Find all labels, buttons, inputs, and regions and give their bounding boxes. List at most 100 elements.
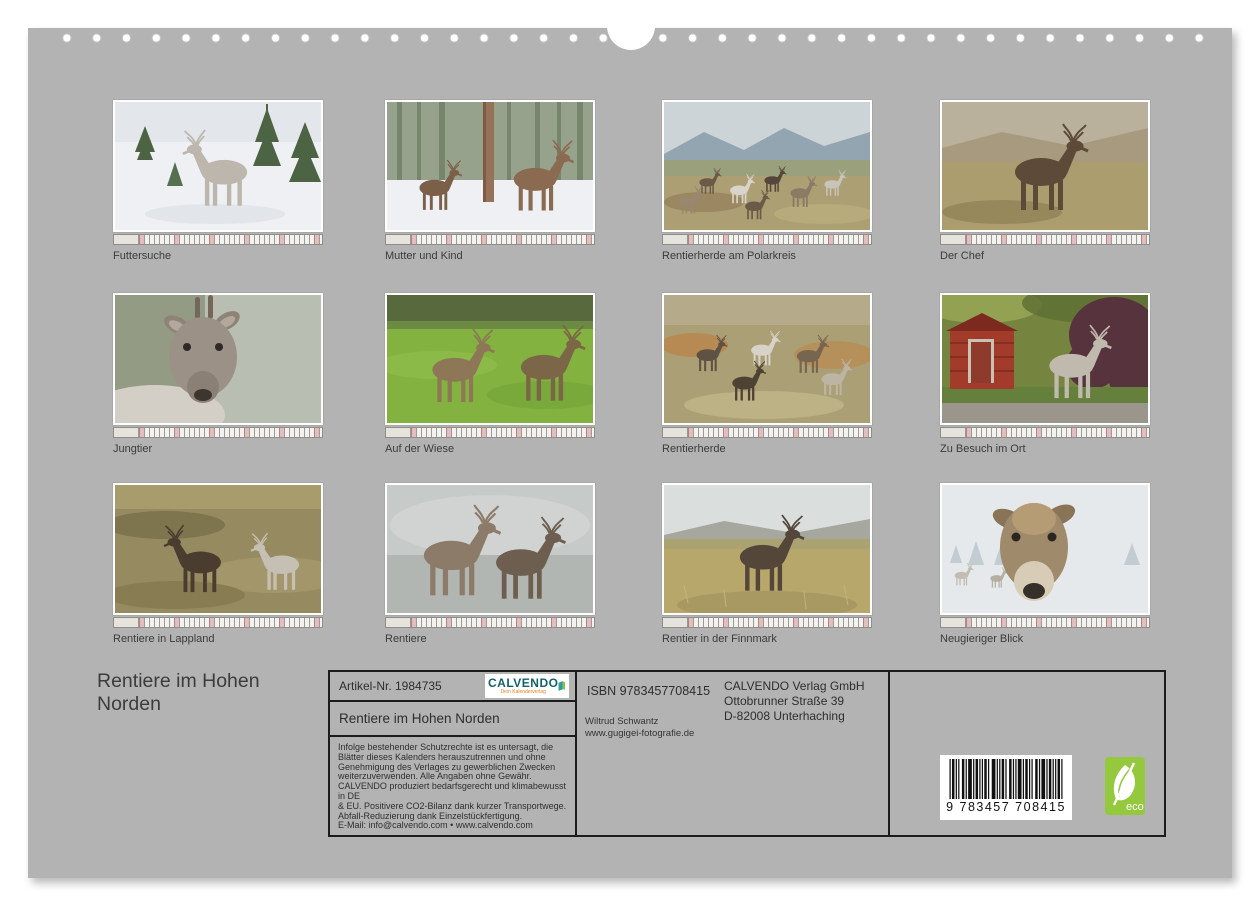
mini-calendar-strip — [385, 234, 595, 245]
photo-caption: Futtersuche — [113, 250, 323, 262]
photo-caption: Der Chef — [940, 250, 1150, 262]
thumbnail-auf-der-wiese: Auf der Wiese — [385, 293, 595, 455]
photo-caption: Rentiere — [385, 633, 595, 645]
hanger-hole — [607, 2, 655, 50]
thumbnail-rentiere: Rentiere — [385, 483, 595, 645]
mini-calendar-strip — [385, 427, 595, 438]
calvendo-brand: CALVENDO — [488, 677, 558, 689]
mini-calendar-month-label — [663, 618, 688, 627]
photo-frame — [940, 293, 1150, 425]
photo-frame — [113, 293, 323, 425]
photo-frame — [662, 100, 872, 232]
mini-calendar-month-label — [386, 428, 411, 437]
photo-caption: Auf der Wiese — [385, 443, 595, 455]
photo-mutter-und-kind — [387, 102, 593, 230]
mini-calendar-strip — [940, 617, 1150, 628]
photo-caption: Neugieriger Blick — [940, 633, 1150, 645]
calendar-title-cell: Rentiere im Hohen Norden — [330, 702, 575, 737]
photo-frame — [662, 293, 872, 425]
mini-calendar-strip — [113, 234, 323, 245]
photo-caption: Rentier in der Finnmark — [662, 633, 872, 645]
photo-caption: Rentierherde am Polarkreis — [662, 250, 872, 262]
mini-calendar-strip — [662, 427, 872, 438]
photo-rentiere-in-lappland — [115, 485, 321, 613]
photo-caption: Zu Besuch im Ort — [940, 443, 1150, 455]
photo-caption: Rentiere in Lappland — [113, 633, 323, 645]
mini-calendar-month-label — [941, 618, 966, 627]
thumbnail-rentiere-in-lappland: Rentiere in Lappland — [113, 483, 323, 645]
mini-calendar-days — [139, 618, 322, 627]
thumbnail-rentier-in-der-finnmark: Rentier in der Finnmark — [662, 483, 872, 645]
photo-futtersuche — [115, 102, 321, 230]
mini-calendar-days — [966, 235, 1149, 244]
legal-text: Infolge bestehender Schutzrechte ist es … — [330, 737, 575, 837]
mini-calendar-month-label — [941, 235, 966, 244]
photo-rentiere — [387, 485, 593, 613]
calvendo-tagline: Dein Kalenderverlag — [488, 690, 558, 695]
page-title: Rentiere im Hohen Norden — [97, 670, 260, 716]
calvendo-logo: CALVENDO Dein Kalenderverlag — [485, 674, 569, 698]
barcode-bars — [947, 759, 1065, 799]
photo-frame — [113, 100, 323, 232]
mini-calendar-days — [139, 428, 322, 437]
photo-frame — [662, 483, 872, 615]
thumbnail-zu-besuch-im-ort: Zu Besuch im Ort — [940, 293, 1150, 455]
photo-der-chef — [942, 102, 1148, 230]
mini-calendar-days — [411, 235, 594, 244]
calendar-back-page: Futtersuche Mutter und Ki — [28, 28, 1232, 878]
publisher-address: CALVENDO Verlag GmbH Ottobrunner Straße … — [724, 679, 865, 724]
photo-frame — [385, 483, 595, 615]
thumbnail-neugieriger-blick: Neugieriger Blick — [940, 483, 1150, 645]
photo-rentier-in-der-finnmark — [664, 485, 870, 613]
mini-calendar-days — [688, 618, 871, 627]
mini-calendar-month-label — [386, 235, 411, 244]
photo-zu-besuch-im-ort — [942, 295, 1148, 423]
mini-calendar-month-label — [386, 618, 411, 627]
photo-caption: Rentierherde — [662, 443, 872, 455]
mini-calendar-month-label — [941, 428, 966, 437]
eco-label: eco — [1126, 801, 1144, 813]
photo-frame — [385, 293, 595, 425]
mini-calendar-strip — [662, 617, 872, 628]
article-number-cell: Artikel-Nr. 1984735 CALVENDO Dein Kalend… — [330, 672, 575, 702]
photo-caption: Mutter und Kind — [385, 250, 595, 262]
mini-calendar-month-label — [114, 618, 139, 627]
thumbnail-jungtier: Jungtier — [113, 293, 323, 455]
info-box-left-column: Artikel-Nr. 1984735 CALVENDO Dein Kalend… — [330, 672, 577, 837]
photo-rentierherde — [664, 295, 870, 423]
photo-frame — [940, 483, 1150, 615]
info-box-middle-column: ISBN 9783457708415 CALVENDO Verlag GmbH … — [577, 672, 890, 837]
photo-frame — [113, 483, 323, 615]
thumbnail-rentierherde-am-polarkreis: Rentierherde am Polarkreis — [662, 100, 872, 262]
mini-calendar-strip — [113, 427, 323, 438]
photo-frame — [385, 100, 595, 232]
mini-calendar-month-label — [663, 428, 688, 437]
eco-logo: eco — [1105, 757, 1145, 815]
barcode: 9 783457 708415 — [940, 755, 1072, 820]
mini-calendar-strip — [385, 617, 595, 628]
author-credit: Wiltrud Schwantz www.gugigei-fotografie.… — [585, 716, 694, 741]
mini-calendar-strip — [940, 234, 1150, 245]
mini-calendar-days — [139, 235, 322, 244]
mini-calendar-month-label — [114, 428, 139, 437]
info-box: Artikel-Nr. 1984735 CALVENDO Dein Kalend… — [328, 670, 1166, 837]
photo-auf-der-wiese — [387, 295, 593, 423]
photo-neugieriger-blick — [942, 485, 1148, 613]
mini-calendar-strip — [113, 617, 323, 628]
isbn: ISBN 9783457708415 — [587, 684, 710, 698]
thumbnail-rentierherde: Rentierherde — [662, 293, 872, 455]
thumbnail-futtersuche: Futtersuche — [113, 100, 323, 262]
mini-calendar-month-label — [663, 235, 688, 244]
photo-frame — [940, 100, 1150, 232]
mini-calendar-strip — [662, 234, 872, 245]
info-box-right-column: 9 783457 708415 eco — [890, 672, 1164, 837]
mini-calendar-days — [411, 428, 594, 437]
photo-rentierherde-am-polarkreis — [664, 102, 870, 230]
mini-calendar-days — [966, 428, 1149, 437]
photo-caption: Jungtier — [113, 443, 323, 455]
thumbnail-der-chef: Der Chef — [940, 100, 1150, 262]
mini-calendar-month-label — [114, 235, 139, 244]
photo-jungtier — [115, 295, 321, 423]
mini-calendar-days — [966, 618, 1149, 627]
thumbnail-mutter-und-kind: Mutter und Kind — [385, 100, 595, 262]
